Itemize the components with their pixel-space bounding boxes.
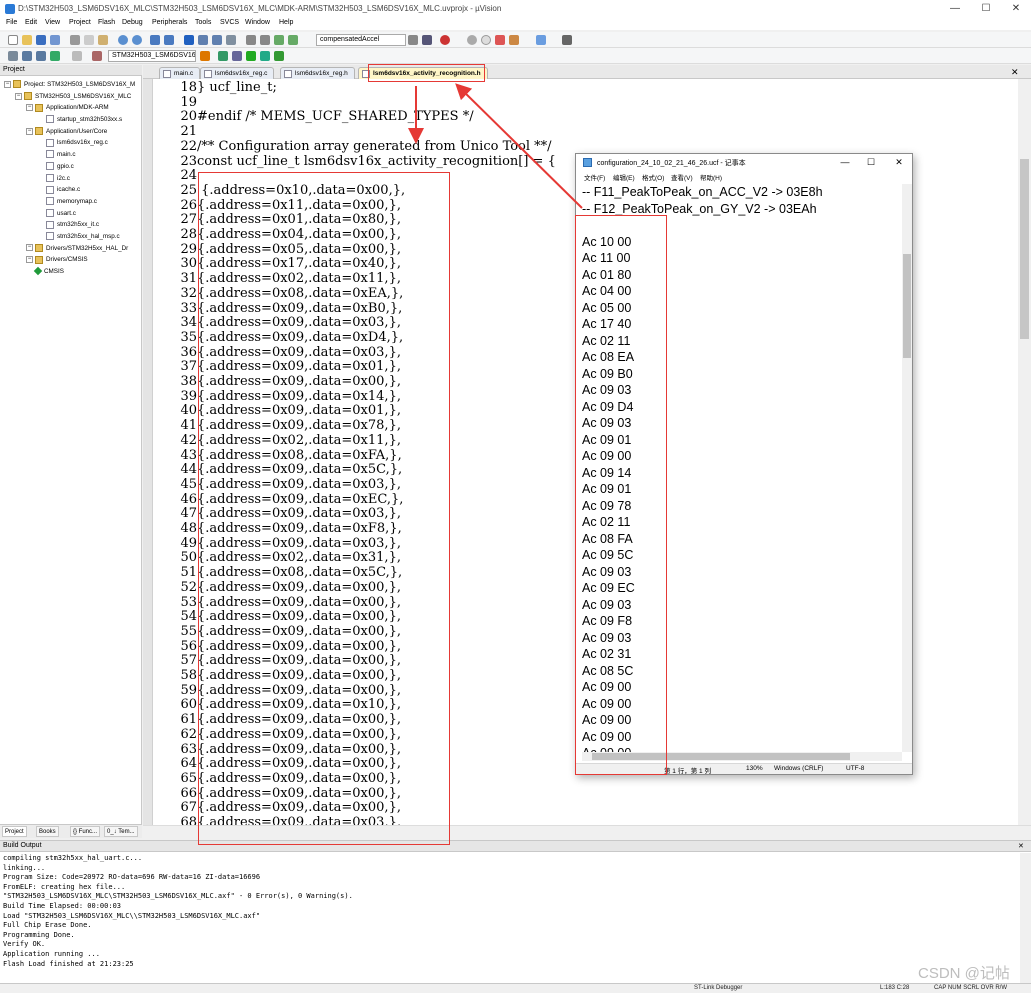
watermark: CSDN @记帖 xyxy=(918,965,1010,982)
uvision-window: D:\STM32H503_LSM6DSV16X_MLC\STM32H503_LS… xyxy=(0,0,1031,993)
arrow-to-tab xyxy=(455,83,583,209)
annotation-arrows xyxy=(408,83,583,209)
